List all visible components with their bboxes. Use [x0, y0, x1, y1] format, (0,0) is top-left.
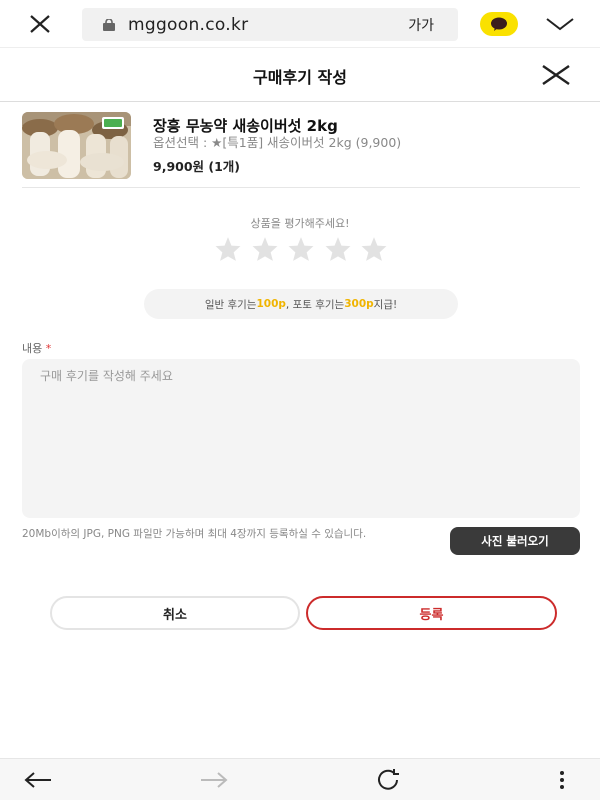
close-icon — [542, 65, 570, 85]
content-label-text: 내용 — [22, 342, 43, 355]
page-title: 구매후기 작성 — [253, 68, 347, 87]
back-button[interactable] — [20, 767, 56, 793]
photo-review-points: 300p — [344, 298, 374, 310]
points-notice: 일반 후기는 100p, 포토 후기는 300p 지급! — [144, 289, 458, 319]
content-label: 내용 * — [22, 340, 51, 356]
url-text: mggoon.co.kr — [128, 15, 249, 35]
submit-button[interactable]: 등록 — [306, 596, 557, 630]
arrow-left-icon — [24, 772, 51, 788]
more-button[interactable] — [544, 767, 580, 793]
more-vertical-icon — [560, 771, 564, 789]
close-icon — [30, 15, 50, 33]
reload-icon — [378, 769, 399, 790]
required-mark: * — [45, 342, 52, 355]
rating-prompt: 상품을 평가해주세요! — [250, 217, 350, 230]
product-summary: 장흥 무농약 새송이버섯 2kg 옵션선택 : ★[특1품] 새송이버섯 2kg… — [22, 112, 580, 188]
address-bar[interactable]: mggoon.co.kr 가가 — [82, 8, 458, 41]
lock-icon — [103, 19, 115, 31]
product-option: 옵션선택 : ★[특1품] 새송이버섯 2kg (9,900) — [153, 135, 402, 150]
mushroom-image — [22, 112, 131, 179]
arrow-right-icon — [201, 772, 228, 788]
product-price: 9,900원 (1개) — [153, 159, 241, 174]
review-textarea[interactable] — [22, 359, 580, 518]
star-icon[interactable] — [324, 236, 352, 262]
chevron-down-icon — [546, 18, 574, 31]
reload-button[interactable] — [370, 767, 406, 793]
tabs-chevron-button[interactable] — [542, 12, 578, 36]
dialog-close-button[interactable] — [538, 60, 574, 90]
browser-close-button[interactable] — [22, 10, 58, 38]
page-header: 구매후기 작성 — [0, 48, 600, 102]
load-photo-button[interactable]: 사진 불러오기 — [450, 527, 580, 555]
points-notice-prefix: 일반 후기는 — [204, 298, 257, 311]
kakao-share-button[interactable] — [480, 12, 518, 36]
browser-bottom-bar — [0, 758, 600, 800]
star-icon[interactable] — [360, 236, 388, 262]
star-rating[interactable] — [214, 236, 388, 262]
normal-review-points: 100p — [256, 298, 286, 310]
points-notice-suffix: 지급! — [373, 298, 398, 311]
font-size-button[interactable]: 가가 — [408, 15, 434, 35]
cancel-button[interactable]: 취소 — [50, 596, 300, 630]
star-icon[interactable] — [251, 236, 279, 262]
upload-note: 20Mb이하의 JPG, PNG 파일만 가능하며 최대 4장까지 등록하실 수… — [22, 528, 367, 540]
forward-button[interactable] — [196, 767, 232, 793]
star-icon[interactable] — [287, 236, 315, 262]
browser-top-bar: mggoon.co.kr 가가 — [0, 0, 600, 48]
star-icon[interactable] — [214, 236, 242, 262]
kakao-talk-icon — [491, 17, 507, 31]
points-notice-middle: , 포토 후기는 — [285, 298, 345, 311]
product-thumbnail — [22, 112, 131, 179]
